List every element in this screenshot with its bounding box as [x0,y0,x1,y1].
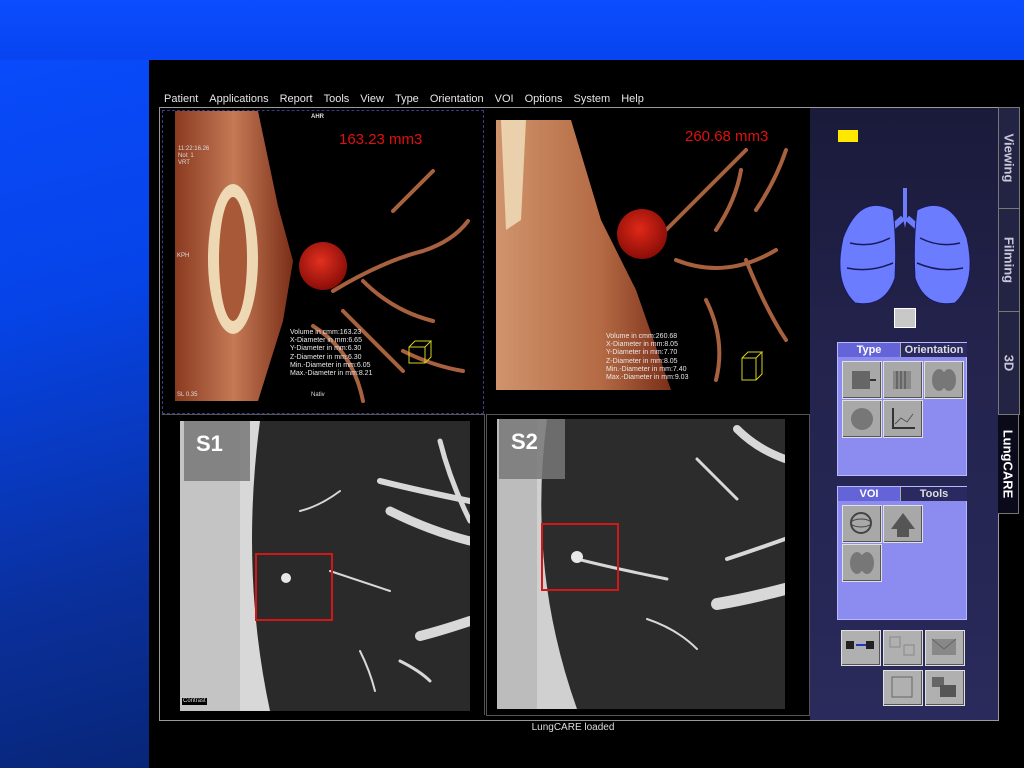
up-arrow-icon[interactable] [883,505,923,543]
series-tag-s1: S1 [184,421,250,481]
envelope-icon[interactable] [925,630,965,666]
graph-type-button[interactable] [883,400,923,438]
tab-tools[interactable]: Tools [900,487,967,501]
measurement-line: Z-Diameter in mm:6.30 [290,353,362,361]
menu-options[interactable]: Options [525,93,563,107]
tab-3d[interactable]: 3D [998,311,1020,415]
orientation-cube-icon [741,351,764,381]
info-line: Nol: 1 [178,153,194,159]
lung-type-button[interactable] [924,361,964,399]
measurement-line: Volume in cmm:260.68 [606,333,678,340]
type-orientation-panel: Type Orientation [837,342,967,476]
menu-system[interactable]: System [574,93,611,107]
tab-orientation[interactable]: Orientation [900,343,967,357]
mip-type-button[interactable] [883,361,923,399]
voi-sphere-button[interactable] [842,505,882,543]
measurement-list-left: Volume in cmm:163.23 X-Diameter in mm:6.… [290,329,372,378]
lung-voi-button[interactable] [842,544,882,582]
lungs-icon[interactable] [835,188,975,308]
roi-box-s2[interactable] [541,523,619,591]
voi-tools-panel: VOI Tools [837,486,967,620]
status-bar: LungCARE loaded [531,722,615,733]
panel-tabs: Type Orientation [838,343,967,357]
tab-type[interactable]: Type [838,343,900,357]
volume-label-right: 260.68 mm3 [685,128,769,145]
menu-report[interactable]: Report [280,93,313,107]
measurement-line: Volume in cmm:163.23 [290,329,362,336]
measurement-line: Min.-Diameter in mm:7.40 [606,365,687,373]
menu-type[interactable]: Type [395,93,419,107]
tab-viewing[interactable]: Viewing [998,107,1020,209]
measurement-list-right: Volume in cmm:260.68 X-Diameter in mm:8.… [606,333,688,382]
viewport-ct-right[interactable]: S2 [486,414,810,716]
viewport-3d-right[interactable]: 260.68 mm3 Volume in cmm:260.68 X-Diamet… [486,110,808,412]
contrast-label: Contrast [182,698,207,705]
orientation-left-label: KPH [177,253,190,259]
series-tag-s2: S2 [499,419,565,479]
info-line: VRT [178,160,190,166]
vrt-type-button[interactable] [842,361,882,399]
work-area: 163.23 mm3 AHR KPH 11:22:16.26 Nol: 1 VR… [159,107,999,721]
menu-bar: Patient Applications Report Tools View T… [164,93,655,107]
viewport-ct-left[interactable]: S1 Contrast [162,414,485,715]
lungcare-app-window: Patient Applications Report Tools View T… [149,60,1024,768]
folder-icon[interactable] [838,130,858,142]
measurement-line: Max.-Diameter in mm:8.21 [290,370,373,378]
download-arrow-icon[interactable] [894,308,916,328]
info-line: 11:22:16.26 [178,146,210,152]
measurement-line: Max.-Diameter in mm:9.03 [606,374,689,382]
measurement-line: Y-Diameter in mm:7.70 [606,349,678,357]
save-folder-icon[interactable] [925,670,965,706]
layout-button[interactable] [883,630,923,666]
menu-applications[interactable]: Applications [209,93,268,107]
panel-tabs: VOI Tools [838,487,967,501]
measurement-line: Min.-Diameter in mm:6.05 [290,361,371,369]
roi-box-s1[interactable] [255,553,333,621]
menu-voi[interactable]: VOI [495,93,514,107]
menu-view[interactable]: View [360,93,384,107]
footer-center-label: Nativ [311,392,325,398]
side-tabs: Viewing Filming 3D LungCARE [998,107,1020,514]
crop-button[interactable] [883,670,923,706]
measurement-line: X-Diameter in mm:8.05 [606,341,678,349]
head-type-button[interactable] [842,400,882,438]
viewport-3d-left[interactable]: 163.23 mm3 AHR KPH 11:22:16.26 Nol: 1 VR… [162,110,484,414]
measurement-line: Y-Diameter in mm:6.30 [290,345,362,353]
menu-patient[interactable]: Patient [164,93,198,107]
menu-tools[interactable]: Tools [324,93,350,107]
measurement-line: X-Diameter in mm:6.65 [290,337,362,345]
orientation-top-label: AHR [311,114,324,120]
menu-orientation[interactable]: Orientation [430,93,484,107]
tab-voi[interactable]: VOI [838,487,900,501]
tab-lungcare[interactable]: LungCARE [998,414,1019,514]
volume-label-left: 163.23 mm3 [339,131,423,148]
measurement-line: Z-Diameter in mm:8.05 [606,357,678,365]
slide-top-band [0,0,1024,60]
tab-filming[interactable]: Filming [998,208,1020,312]
lungcare-sidebar: Type Orientation VOI Tools [810,108,998,720]
export-image-button[interactable] [841,630,881,666]
footer-left-label: SL 0.35 [177,392,198,398]
menu-help[interactable]: Help [621,93,644,107]
